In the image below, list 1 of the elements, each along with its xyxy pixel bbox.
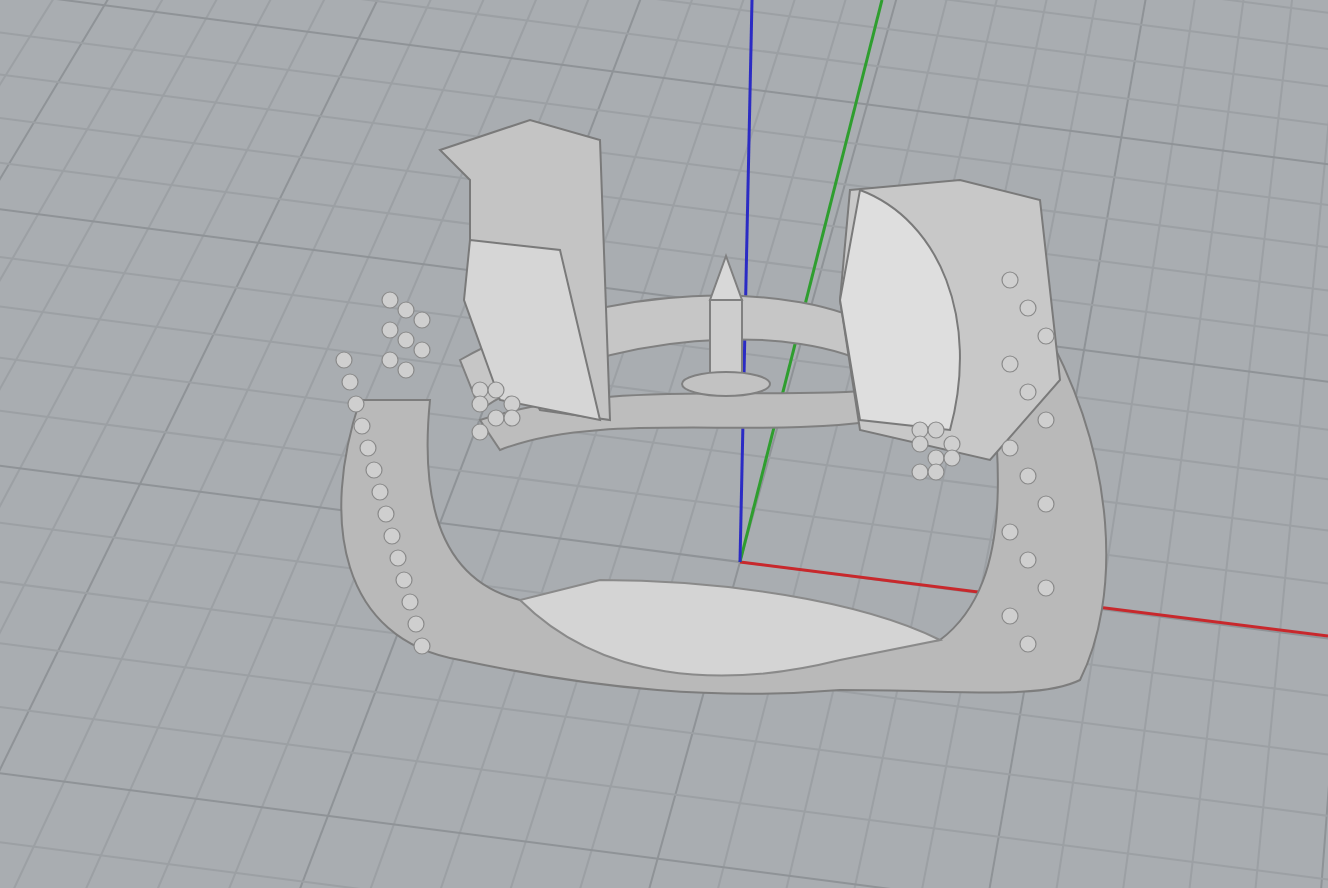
perspective-viewport[interactable]	[0, 0, 1328, 888]
